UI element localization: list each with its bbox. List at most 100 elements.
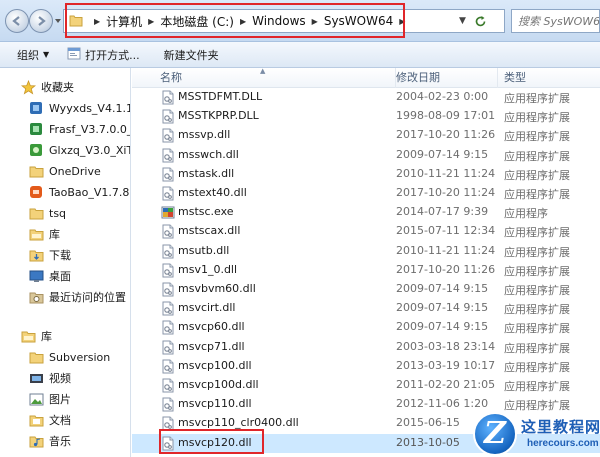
- file-type: 应用程序扩展: [504, 92, 570, 105]
- file-row[interactable]: mstext40.dll 2017-10-20 11:24 应用程序扩展: [132, 184, 600, 203]
- open-with-icon: [67, 47, 81, 63]
- nav-favorites[interactable]: 收藏夹: [0, 77, 130, 97]
- breadcrumb-computer[interactable]: 计算机: [106, 13, 142, 30]
- nav-item-downloads[interactable]: 下载: [0, 245, 130, 265]
- file-row[interactable]: msvcp100d.dll 2011-02-20 21:05 应用程序扩展: [132, 376, 600, 395]
- file-name: mstsc.exe: [178, 205, 234, 219]
- file-row[interactable]: msvbvm60.dll 2009-07-14 9:15 应用程序扩展: [132, 280, 600, 299]
- new-folder-button[interactable]: 新建文件夹: [155, 44, 228, 66]
- back-button[interactable]: [5, 9, 29, 33]
- refresh-icon[interactable]: [474, 15, 487, 28]
- document-icon: [28, 412, 44, 428]
- breadcrumb-separator-icon[interactable]: ▶: [240, 17, 246, 26]
- app-icon: [28, 121, 44, 137]
- nav-item-taobao[interactable]: TaoBao_V1.7.8.: [0, 182, 130, 202]
- nav-item-frasf[interactable]: Frasf_V3.7.0.0_X: [0, 119, 130, 139]
- file-modified-date: 2012-11-06 1:20: [396, 397, 489, 411]
- file-row[interactable]: mstscax.dll 2015-07-11 12:34 应用程序扩展: [132, 222, 600, 241]
- file-modified-date: 2009-07-14 9:15: [396, 320, 489, 334]
- nav-item-wyyxds[interactable]: Wyyxds_V4.1.1.: [0, 98, 130, 118]
- dll-file-icon: [162, 282, 174, 297]
- nav-item-desktop[interactable]: 桌面: [0, 266, 130, 286]
- file-row[interactable]: msv1_0.dll 2017-10-20 11:26 应用程序扩展: [132, 261, 600, 280]
- file-modified-date: 2017-10-20 11:26: [396, 262, 496, 276]
- breadcrumb-local-disk[interactable]: 本地磁盘 (C:): [160, 13, 234, 30]
- file-row[interactable]: MSSTKPRP.DLL 1998-08-09 17:01 应用程序扩展: [132, 107, 600, 126]
- navigation-pane: 收藏夹 Wyyxds_V4.1.1. Frasf_V3.7.0.0_X Glxz…: [0, 68, 131, 457]
- breadcrumb-separator-icon[interactable]: ▶: [399, 17, 405, 26]
- forward-button[interactable]: [29, 9, 53, 33]
- nav-item-label: 桌面: [49, 270, 71, 283]
- app-icon: [28, 100, 44, 116]
- file-modified-date: 2010-11-21 11:24: [396, 243, 496, 257]
- file-type: 应用程序扩展: [504, 168, 570, 182]
- search-input[interactable]: [512, 10, 599, 32]
- file-row[interactable]: msvcirt.dll 2009-07-14 9:15 应用程序扩展: [132, 299, 600, 318]
- breadcrumb-separator-icon[interactable]: ▶: [312, 17, 318, 26]
- file-row[interactable]: mstask.dll 2010-11-21 11:24 应用程序扩展: [132, 165, 600, 184]
- file-row[interactable]: msvcp60.dll 2009-07-14 9:15 应用程序扩展: [132, 318, 600, 337]
- dll-file-icon: [162, 90, 174, 105]
- file-modified-date: 2013-03-19 10:17: [396, 358, 496, 372]
- file-row[interactable]: msutb.dll 2010-11-21 11:24 应用程序扩展: [132, 242, 600, 261]
- nav-item-documents[interactable]: 文档: [0, 410, 130, 430]
- picture-icon: [28, 391, 44, 407]
- file-name: msvcp110.dll: [178, 397, 252, 411]
- file-modified-date: 2009-07-14 9:15: [396, 147, 489, 161]
- dll-file-icon: [162, 320, 174, 335]
- nav-item-label: 音乐: [49, 435, 71, 448]
- breadcrumb-separator-icon[interactable]: ▶: [148, 17, 154, 26]
- file-row[interactable]: msswch.dll 2009-07-14 9:15 应用程序扩展: [132, 146, 600, 165]
- nav-item-pictures[interactable]: 图片: [0, 389, 130, 409]
- nav-item-music[interactable]: 音乐: [0, 431, 130, 451]
- column-header-name[interactable]: 名称: [154, 68, 396, 88]
- file-name: msvcirt.dll: [178, 301, 236, 315]
- nav-item-recent-places[interactable]: 最近访问的位置: [0, 287, 130, 307]
- file-list: ▲ 名称 修改日期 类型 MSSTDFMT.DLL 2004-02-23 0:00…: [132, 68, 600, 457]
- file-row[interactable]: msvcp71.dll 2003-03-18 23:14 应用程序扩展: [132, 338, 600, 357]
- history-dropdown-icon[interactable]: [55, 19, 61, 23]
- address-dropdown-icon[interactable]: ▼: [459, 16, 466, 26]
- nav-libraries[interactable]: 库: [0, 326, 130, 346]
- file-row[interactable]: msvcp100.dll 2013-03-19 10:17 应用程序扩展: [132, 357, 600, 376]
- nav-item-onedrive[interactable]: OneDrive: [0, 161, 130, 181]
- address-bar[interactable]: ▶ 计算机 ▶ 本地磁盘 (C:) ▶ Windows ▶ SysWOW64 ▶…: [63, 9, 505, 33]
- file-name: msvcp110_clr0400.dll: [178, 416, 299, 430]
- chevron-down-icon: ▼: [43, 50, 50, 59]
- nav-item-videos[interactable]: 视频: [0, 368, 130, 388]
- file-modified-date: 2009-07-14 9:15: [396, 282, 489, 295]
- file-row[interactable]: msvcp110_clr0400.dll 2015-06-15: [132, 414, 600, 433]
- open-with-button[interactable]: 打开方式...: [58, 44, 149, 66]
- file-modified-date: 2004-02-23 0:00: [396, 90, 489, 103]
- nav-item-glxzq[interactable]: Glxzq_V3.0_XiTo: [0, 140, 130, 160]
- file-type: 应用程序扩展: [504, 226, 570, 240]
- open-with-label: 打开方式...: [85, 48, 140, 62]
- nav-item-library-link[interactable]: 库: [0, 224, 130, 244]
- file-modified-date: 2017-10-20 11:26: [396, 128, 496, 142]
- folder-icon: [28, 163, 44, 179]
- file-row[interactable]: msvcp120.dll 2013-10-05: [132, 433, 600, 453]
- dll-file-icon: [162, 167, 174, 182]
- file-name: msvbvm60.dll: [178, 282, 256, 295]
- nav-item-subversion[interactable]: Subversion: [0, 347, 130, 367]
- search-box[interactable]: [511, 9, 600, 33]
- file-row[interactable]: mstsc.exe 2014-07-17 9:39 应用程序: [132, 203, 600, 222]
- breadcrumb-syswow64[interactable]: SysWOW64: [324, 14, 393, 28]
- nav-item-label: tsq: [49, 206, 67, 220]
- breadcrumb-separator-icon[interactable]: ▶: [94, 17, 100, 26]
- file-row[interactable]: mssvp.dll 2017-10-20 11:26 应用程序扩展: [132, 126, 600, 145]
- video-icon: [28, 370, 44, 386]
- column-header-type[interactable]: 类型: [498, 68, 600, 88]
- organize-button[interactable]: 组织 ▼: [8, 44, 58, 66]
- file-modified-date: 1998-08-09 17:01: [396, 109, 496, 123]
- file-row[interactable]: MSSTDFMT.DLL 2004-02-23 0:00 应用程序扩展: [132, 88, 600, 107]
- file-name: mssvp.dll: [178, 128, 231, 142]
- column-header-date[interactable]: 修改日期: [390, 68, 498, 88]
- file-row[interactable]: msvcp110.dll 2012-11-06 1:20 应用程序扩展: [132, 395, 600, 414]
- nav-item-label: 最近访问的位置: [49, 291, 126, 304]
- breadcrumb-windows[interactable]: Windows: [252, 14, 306, 28]
- file-type: 应用程序扩展: [504, 284, 570, 297]
- nav-item-tsq[interactable]: tsq: [0, 203, 130, 223]
- dll-file-icon: [162, 378, 174, 393]
- file-modified-date: 2014-07-17 9:39: [396, 205, 489, 219]
